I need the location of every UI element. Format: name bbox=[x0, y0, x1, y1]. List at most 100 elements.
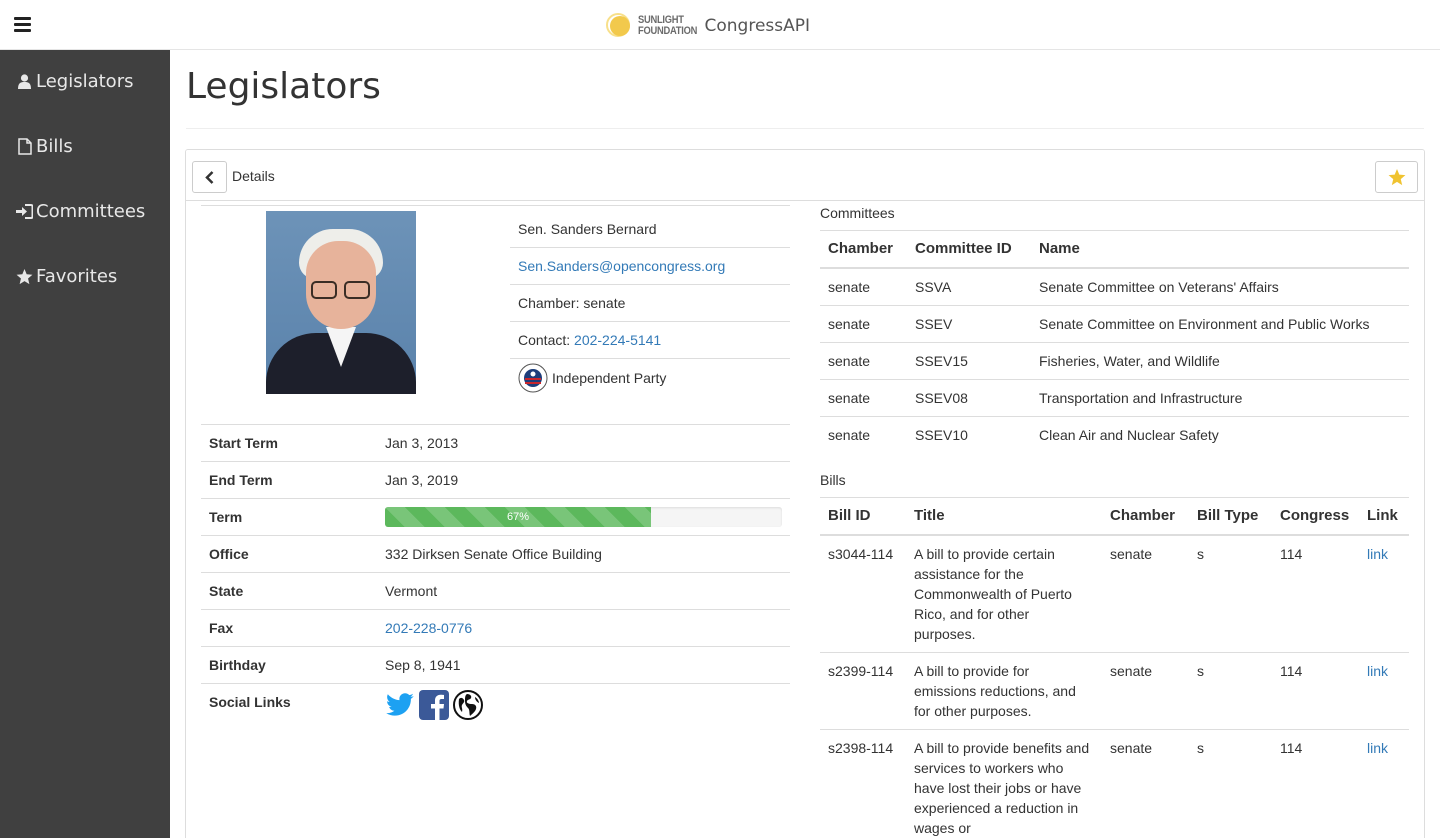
chevron-left-icon bbox=[205, 170, 214, 184]
panel-header: Details bbox=[186, 150, 1424, 201]
column-header: Committee ID bbox=[907, 230, 1031, 269]
table-cell: SSEV15 bbox=[907, 341, 1031, 379]
table-row: s2399-114 A bill to provide for emission… bbox=[820, 651, 1409, 729]
sunlight-logo-icon bbox=[606, 12, 636, 40]
office-value: 332 Dirksen Senate Office Building bbox=[377, 535, 790, 573]
table-row: Term 67% bbox=[201, 498, 790, 536]
star-icon bbox=[1388, 168, 1405, 185]
table-row: Start Term Jan 3, 2013 bbox=[201, 424, 790, 462]
column-header: Congress bbox=[1272, 497, 1359, 536]
app-name: CongressAPI bbox=[704, 16, 811, 36]
favorite-button[interactable] bbox=[1375, 161, 1418, 193]
bill-chamber: senate bbox=[1102, 728, 1189, 838]
term-label: Term bbox=[201, 498, 377, 536]
party-row: Independent Party bbox=[510, 359, 790, 396]
bill-type: s bbox=[1189, 728, 1272, 838]
top-navbar: SUNLIGHT FOUNDATION CongressAPI bbox=[0, 0, 1440, 50]
user-icon bbox=[16, 73, 33, 91]
bill-title: A bill to provide for emissions reductio… bbox=[906, 651, 1102, 729]
table-cell: Senate Committee on Environment and Publ… bbox=[1031, 304, 1409, 342]
column-header: Chamber bbox=[1102, 497, 1189, 536]
bill-id: s2398-114 bbox=[820, 728, 906, 838]
sunlight-foundation-logo-text: SUNLIGHT FOUNDATION bbox=[638, 14, 698, 37]
bill-link[interactable]: link bbox=[1367, 546, 1388, 562]
contact-row: Contact: 202-224-5141 bbox=[510, 322, 790, 359]
column-header: Name bbox=[1031, 230, 1409, 269]
sidebar-item-label: Favorites bbox=[36, 266, 118, 287]
committees-table: Chamber Committee ID Name senate SSVA Se… bbox=[820, 230, 1409, 453]
bill-link[interactable]: link bbox=[1367, 740, 1388, 756]
table-cell: senate bbox=[820, 415, 907, 453]
email-link[interactable]: Sen.Sanders@opencongress.org bbox=[518, 258, 725, 274]
bill-chamber: senate bbox=[1102, 651, 1189, 729]
term-progress-bar: 67% bbox=[385, 507, 651, 527]
committees-label: Committees bbox=[820, 205, 895, 221]
state-value: Vermont bbox=[377, 572, 790, 610]
social-links bbox=[385, 684, 782, 721]
menu-toggle-icon[interactable] bbox=[14, 17, 31, 32]
legislator-details-table: Start Term Jan 3, 2013 End Term Jan 3, 2… bbox=[201, 424, 790, 721]
table-row: s2398-114 A bill to provide benefits and… bbox=[820, 728, 1409, 838]
table-cell: Transportation and Infrastructure bbox=[1031, 378, 1409, 416]
table-cell: SSEV08 bbox=[907, 378, 1031, 416]
end-term-value: Jan 3, 2019 bbox=[377, 461, 790, 499]
table-cell: SSEV bbox=[907, 304, 1031, 342]
table-header-row: Bill ID Title Chamber Bill Type Congress… bbox=[820, 497, 1409, 536]
bill-link[interactable]: link bbox=[1367, 663, 1388, 679]
bill-title: A bill to provide benefits and services … bbox=[906, 728, 1102, 838]
contact-label: Contact: bbox=[518, 332, 571, 348]
sidebar-item-label: Bills bbox=[36, 136, 73, 157]
contact-phone-link[interactable]: 202-224-5141 bbox=[574, 332, 661, 348]
sidebar-item-favorites[interactable]: Favorites bbox=[16, 266, 117, 287]
facebook-icon[interactable] bbox=[419, 690, 449, 721]
sidebar-item-label: Legislators bbox=[36, 71, 134, 92]
bill-type: s bbox=[1189, 651, 1272, 729]
table-cell: senate bbox=[820, 304, 907, 342]
party-label: Independent Party bbox=[552, 369, 667, 386]
start-term-label: Start Term bbox=[201, 424, 377, 462]
column-header: Chamber bbox=[820, 230, 907, 269]
title-divider bbox=[186, 128, 1424, 129]
column-header: Bill ID bbox=[820, 497, 906, 536]
sidebar-item-legislators[interactable]: Legislators bbox=[16, 71, 133, 92]
back-button[interactable] bbox=[192, 161, 227, 193]
sidebar-item-bills[interactable]: Bills bbox=[16, 136, 73, 157]
table-cell: Clean Air and Nuclear Safety bbox=[1031, 415, 1409, 453]
table-row: Fax 202-228-0776 bbox=[201, 609, 790, 647]
table-header-row: Chamber Committee ID Name bbox=[820, 230, 1409, 269]
table-row: Office 332 Dirksen Senate Office Buildin… bbox=[201, 535, 790, 573]
sidebar-item-committees[interactable]: Committees bbox=[16, 201, 145, 222]
fax-link[interactable]: 202-228-0776 bbox=[385, 620, 472, 636]
bill-id: s3044-114 bbox=[820, 534, 906, 652]
table-row: Birthday Sep 8, 1941 bbox=[201, 646, 790, 684]
term-progress: 67% bbox=[385, 507, 782, 527]
bill-congress: 114 bbox=[1272, 651, 1359, 729]
bill-type: s bbox=[1189, 534, 1272, 652]
sidebar: Legislators Bills Committees Favorites bbox=[0, 50, 170, 838]
file-icon bbox=[16, 138, 33, 156]
table-row: senate SSEV15 Fisheries, Water, and Wild… bbox=[820, 341, 1409, 379]
legislator-photo bbox=[266, 211, 416, 394]
brand[interactable]: SUNLIGHT FOUNDATION CongressAPI bbox=[606, 12, 810, 40]
table-cell: senate bbox=[820, 267, 907, 305]
state-label: State bbox=[201, 572, 377, 610]
table-row: State Vermont bbox=[201, 572, 790, 610]
independent-party-seal-icon bbox=[518, 363, 548, 393]
chamber-text: Chamber: senate bbox=[510, 285, 790, 322]
table-cell: senate bbox=[820, 378, 907, 416]
bill-congress: 114 bbox=[1272, 728, 1359, 838]
column-header: Bill Type bbox=[1189, 497, 1272, 536]
bills-table: Bill ID Title Chamber Bill Type Congress… bbox=[820, 497, 1409, 838]
panel-title: Details bbox=[232, 168, 275, 184]
table-cell: SSVA bbox=[907, 267, 1031, 305]
bill-title: A bill to provide certain assistance for… bbox=[906, 534, 1102, 652]
divider bbox=[201, 205, 790, 206]
sign-in-icon bbox=[16, 203, 33, 221]
bills-label: Bills bbox=[820, 472, 846, 488]
twitter-icon[interactable] bbox=[385, 690, 415, 720]
start-term-value: Jan 3, 2013 bbox=[377, 424, 790, 462]
globe-icon[interactable] bbox=[453, 690, 483, 721]
table-row: Social Links bbox=[201, 683, 790, 721]
end-term-label: End Term bbox=[201, 461, 377, 499]
column-header: Link bbox=[1359, 497, 1409, 536]
